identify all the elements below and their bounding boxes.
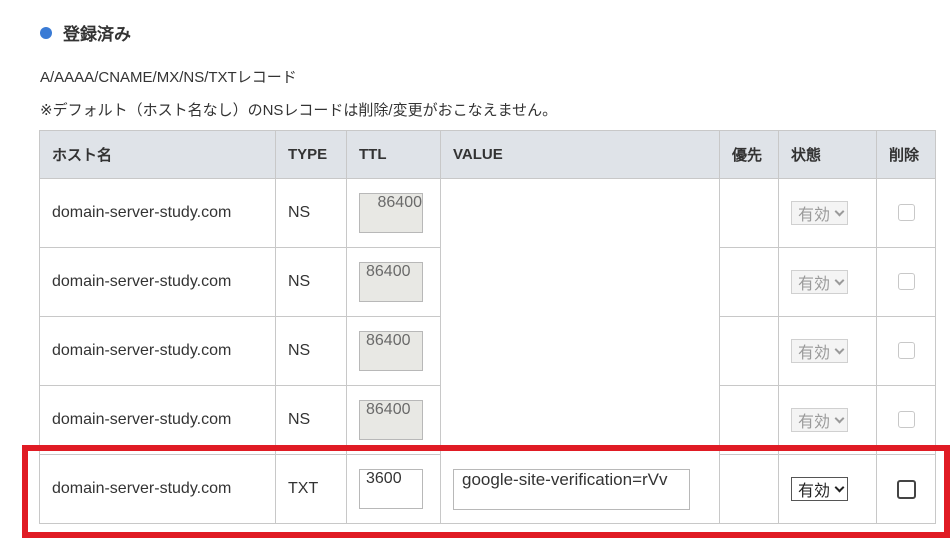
state-select-value: 有効 — [798, 483, 831, 500]
chevron-down-icon — [834, 344, 845, 354]
delete-cell — [876, 454, 936, 524]
header-priority: 優先 — [719, 130, 779, 179]
type-cell: TXT — [275, 454, 347, 524]
record-types-note: A/AAAA/CNAME/MX/NS/TXTレコード — [40, 69, 297, 86]
state-select[interactable]: 有効 — [791, 477, 849, 501]
ttl-input: 86400 — [359, 193, 423, 233]
table-row: domain-server-study.com NS 86400 有効 — [39, 385, 936, 455]
delete-checkbox[interactable] — [896, 479, 916, 499]
state-cell: 有効 — [778, 385, 877, 455]
ttl-cell: 3600 — [346, 454, 441, 524]
host-cell: domain-server-study.com — [39, 247, 276, 317]
state-cell: 有効 — [778, 247, 877, 317]
delete-checkbox — [897, 204, 915, 222]
delete-cell — [876, 385, 936, 455]
type-cell: NS — [275, 247, 347, 317]
value-cell — [440, 385, 720, 455]
delete-checkbox — [897, 411, 915, 429]
priority-cell — [719, 247, 779, 317]
host-cell: domain-server-study.com — [39, 178, 276, 248]
section-title-text: 登録済み — [63, 25, 131, 44]
type-cell: NS — [275, 178, 347, 248]
priority-cell — [719, 178, 779, 248]
header-state: 状態 — [778, 130, 877, 179]
chevron-down-icon — [834, 413, 845, 423]
state-select: 有効 — [791, 339, 849, 363]
state-select-value: 有効 — [798, 414, 831, 431]
chevron-down-icon — [834, 206, 845, 216]
ttl-cell: 86400 — [346, 178, 441, 248]
ttl-input[interactable]: 3600 — [359, 469, 423, 509]
state-select: 有効 — [791, 408, 849, 432]
state-select-value: 有効 — [798, 207, 831, 224]
ns-restriction-note: ※デフォルト（ホスト名なし）のNSレコードは削除/変更がおこなえません。 — [40, 102, 558, 119]
ttl-input: 86400 — [359, 400, 423, 440]
state-cell: 有効 — [778, 454, 877, 524]
circle-bullet-icon — [40, 26, 52, 39]
table-row: domain-server-study.com NS 86400 有効 — [39, 316, 936, 386]
header-delete: 削除 — [876, 130, 936, 179]
state-select-value: 有効 — [798, 345, 831, 362]
priority-cell — [719, 385, 779, 455]
chevron-down-icon — [834, 275, 845, 285]
state-select: 有効 — [791, 201, 849, 225]
state-cell: 有効 — [778, 316, 877, 386]
delete-cell — [876, 247, 936, 317]
priority-cell — [719, 316, 779, 386]
dns-records-table: ホスト名 TYPE TTL VALUE 優先 状態 削除 domain-serv… — [39, 130, 936, 524]
ttl-input: 86400 — [359, 331, 423, 371]
state-select-value: 有効 — [798, 276, 831, 293]
header-value: VALUE — [440, 130, 720, 179]
state-cell: 有効 — [778, 178, 877, 248]
type-cell: NS — [275, 316, 347, 386]
value-cell — [440, 247, 720, 317]
ttl-cell: 86400 — [346, 316, 441, 386]
delete-cell — [876, 316, 936, 386]
priority-cell — [719, 454, 779, 524]
table-row: domain-server-study.com NS 86400 有効 — [39, 178, 936, 248]
table-header-row: ホスト名 TYPE TTL VALUE 優先 状態 削除 — [39, 130, 936, 179]
state-select: 有効 — [791, 270, 849, 294]
ttl-cell: 86400 — [346, 385, 441, 455]
header-host: ホスト名 — [39, 130, 276, 179]
delete-cell — [876, 178, 936, 248]
value-input[interactable]: google-site-verification=rVv — [453, 468, 690, 510]
ttl-cell: 86400 — [346, 247, 441, 317]
ttl-input: 86400 — [359, 262, 423, 302]
value-cell — [440, 178, 720, 248]
delete-checkbox — [897, 273, 915, 291]
chevron-down-icon — [834, 482, 845, 492]
value-cell — [440, 316, 720, 386]
host-cell: domain-server-study.com — [39, 385, 276, 455]
header-type: TYPE — [275, 130, 347, 179]
table-row-txt: domain-server-study.com TXT 3600 google-… — [39, 454, 936, 524]
header-ttl: TTL — [346, 130, 441, 179]
host-cell: domain-server-study.com — [39, 316, 276, 386]
type-cell: NS — [275, 385, 347, 455]
host-cell: domain-server-study.com — [39, 454, 276, 524]
value-cell: google-site-verification=rVv — [440, 454, 720, 524]
delete-checkbox — [897, 342, 915, 360]
section-title: 登録済み — [40, 20, 131, 45]
table-row: domain-server-study.com NS 86400 有効 — [39, 247, 936, 317]
